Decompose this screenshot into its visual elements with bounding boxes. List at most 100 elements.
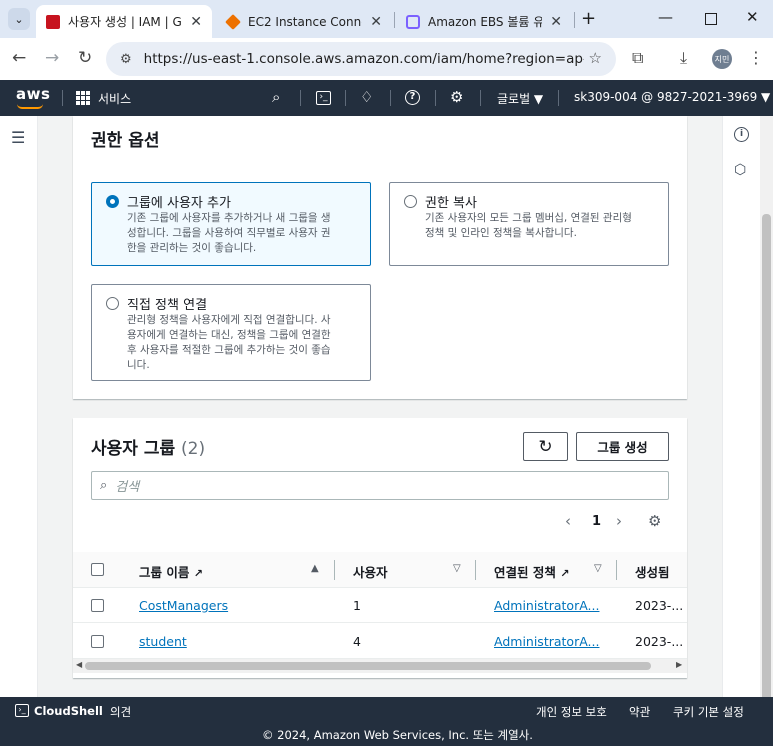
policy-link[interactable]: AdministratorA... (494, 634, 599, 649)
forward-arrow-icon[interactable]: → (45, 48, 59, 68)
region-selector[interactable]: 글로벌 ▼ (497, 90, 543, 107)
back-arrow-icon[interactable]: ← (12, 48, 26, 68)
info-icon[interactable]: i (734, 127, 749, 142)
browser-menu-icon[interactable]: ⋮ (748, 48, 764, 67)
aws-logo-text: aws (16, 85, 51, 103)
option-title: 권한 복사 (425, 196, 477, 211)
hexagon-icon[interactable]: ⬡ (734, 162, 746, 178)
tab-title: 사용자 생성 | IAM | Glo (68, 15, 183, 29)
col-attached-policies[interactable]: 연결된 정책 ↗ (494, 562, 569, 581)
vertical-scrollbar[interactable] (760, 116, 773, 746)
tab-divider (394, 12, 395, 28)
sort-ascending-icon[interactable]: ▲ (311, 563, 319, 574)
col-users[interactable]: 사용자 (353, 562, 388, 581)
new-tab-icon[interactable]: + (581, 8, 596, 29)
table-header: 그룹 이름 ↗ ▲ 사용자 ▽ 연결된 정책 ↗ ▽ 생성됨 (73, 552, 687, 588)
window-close-icon[interactable]: ✕ (746, 8, 759, 26)
gear-icon[interactable]: ⚙ (450, 88, 463, 106)
maximize-icon[interactable] (705, 13, 717, 25)
nav-divider (300, 90, 301, 106)
download-icon[interactable]: ⤓ (680, 48, 687, 68)
next-page-icon[interactable]: › (616, 512, 622, 530)
search-icon[interactable]: ⌕ (272, 88, 280, 106)
close-icon[interactable]: ✕ (370, 14, 382, 30)
column-divider[interactable] (616, 560, 617, 580)
col-group-name[interactable]: 그룹 이름 ↗ (139, 562, 203, 581)
cookie-preferences-link[interactable]: 쿠키 기본 설정 (673, 704, 744, 720)
page-number[interactable]: 1 (592, 514, 601, 529)
option-description: 기존 사용자의 모든 그룹 멤버십, 연결된 관리형 정책 및 인라인 정책을 … (425, 212, 632, 239)
option-copy-permissions[interactable]: 권한 복사 기존 사용자의 모든 그룹 멤버십, 연결된 관리형 정책 및 인라… (389, 182, 669, 266)
privacy-link[interactable]: 개인 정보 보호 (536, 704, 607, 720)
tab-ebs[interactable]: Amazon EBS 볼륨 유형 ✕ (396, 5, 572, 38)
tab-iam[interactable]: 사용자 생성 | IAM | Glo ✕ (36, 5, 212, 38)
refresh-icon: ↻ (538, 436, 553, 457)
help-icon[interactable]: ? (405, 90, 420, 105)
url-bar[interactable]: ⚙ https://us-east-1.console.aws.amazon.c… (106, 42, 616, 76)
cloudshell-link[interactable]: CloudShell (34, 704, 103, 718)
radio-unselected-icon[interactable] (106, 297, 119, 310)
prev-page-icon[interactable]: ‹ (565, 512, 571, 530)
services-menu[interactable]: 서비스 (98, 90, 131, 107)
search-placeholder: 검색 (115, 480, 140, 495)
sort-icon[interactable]: ▽ (594, 563, 602, 574)
tab-list-button[interactable]: ⌄ (8, 8, 30, 30)
close-icon[interactable]: ✕ (190, 14, 202, 30)
horizontal-scrollbar[interactable]: ◀ ▶ (73, 659, 687, 673)
feedback-link[interactable]: 의견 (110, 704, 131, 720)
scroll-left-icon[interactable]: ◀ (76, 660, 82, 669)
created-date: 2023-... (635, 634, 684, 649)
services-grid-icon[interactable] (76, 91, 90, 105)
url-text[interactable]: https://us-east-1.console.aws.amazon.com… (144, 51, 584, 67)
user-groups-title-text: 사용자 그룹 (91, 439, 176, 459)
nav-divider (345, 90, 346, 106)
aws-top-nav: aws 서비스 ⌕ ›_ ♢ ? ⚙ 글로벌 ▼ sk309-004 @ 982… (0, 80, 773, 116)
table-row: CostManagers 1 AdministratorA... 2023-..… (73, 588, 687, 623)
extensions-icon[interactable]: ⧉ (632, 48, 643, 68)
sort-icon[interactable]: ▽ (453, 563, 461, 574)
scroll-right-icon[interactable]: ▶ (676, 660, 682, 669)
close-icon[interactable]: ✕ (550, 14, 562, 30)
option-attach-policies[interactable]: 직접 정책 연결 관리형 정책을 사용자에게 직접 연결합니다. 사 용자에게 … (91, 284, 371, 381)
table-settings-gear-icon[interactable]: ⚙ (648, 512, 661, 530)
search-field[interactable]: ⌕ 검색 (91, 471, 669, 500)
account-menu[interactable]: sk309-004 @ 9827-2021-3969 ▼ (574, 90, 770, 104)
column-divider[interactable] (475, 560, 476, 580)
scrollbar-thumb[interactable] (85, 662, 651, 670)
col-created[interactable]: 생성됨 (635, 562, 670, 581)
row-checkbox[interactable] (91, 635, 104, 648)
user-groups-panel: 사용자 그룹 (2) ↻ 그룹 생성 ⌕ 검색 ‹ 1 › ⚙ 그룹 이름 ↗ … (73, 418, 687, 678)
bell-icon[interactable]: ♢ (360, 88, 373, 106)
create-group-button[interactable]: 그룹 생성 (576, 432, 669, 461)
option-add-to-group[interactable]: 그룹에 사용자 추가 기존 그룹에 사용자를 추가하거나 새 그룹을 생 성합니… (91, 182, 371, 266)
users-count: 1 (353, 598, 361, 613)
group-name-link[interactable]: CostManagers (139, 598, 228, 613)
scrollbar-thumb[interactable] (762, 214, 771, 746)
radio-selected-icon[interactable] (106, 195, 119, 208)
profile-avatar[interactable]: 지민 (712, 49, 732, 69)
tab-ec2[interactable]: EC2 Instance Connect | ✕ (216, 5, 392, 38)
reload-icon[interactable]: ↻ (78, 48, 92, 68)
permissions-options-panel: 권한 옵션 그룹에 사용자 추가 기존 그룹에 사용자를 추가하거나 새 그룹을… (73, 116, 687, 399)
bookmark-star-icon[interactable]: ☆ (589, 49, 602, 67)
select-all-checkbox[interactable] (91, 563, 104, 576)
policy-link[interactable]: AdministratorA... (494, 598, 599, 613)
aws-logo[interactable]: aws (16, 85, 51, 109)
browser-tab-bar: ⌄ 사용자 생성 | IAM | Glo ✕ EC2 Instance Conn… (0, 0, 773, 38)
minimize-icon[interactable]: — (658, 8, 673, 26)
group-name-link[interactable]: student (139, 634, 187, 649)
users-count: 4 (353, 634, 361, 649)
cloudshell-icon[interactable]: ›_ (316, 91, 331, 105)
site-settings-icon[interactable]: ⚙ (120, 52, 132, 67)
terms-link[interactable]: 약관 (629, 704, 650, 720)
address-bar-row: ← → ↻ ⚙ https://us-east-1.console.aws.am… (0, 38, 773, 80)
row-checkbox[interactable] (91, 599, 104, 612)
radio-unselected-icon[interactable] (404, 195, 417, 208)
cloudshell-icon[interactable]: ›_ (15, 704, 29, 717)
hamburger-menu-icon[interactable]: ☰ (11, 128, 25, 147)
column-divider[interactable] (334, 560, 335, 580)
tab-divider (574, 12, 575, 28)
right-help-rail: i ⬡ (722, 116, 760, 697)
option-title: 그룹에 사용자 추가 (127, 196, 231, 211)
refresh-button[interactable]: ↻ (523, 432, 568, 461)
